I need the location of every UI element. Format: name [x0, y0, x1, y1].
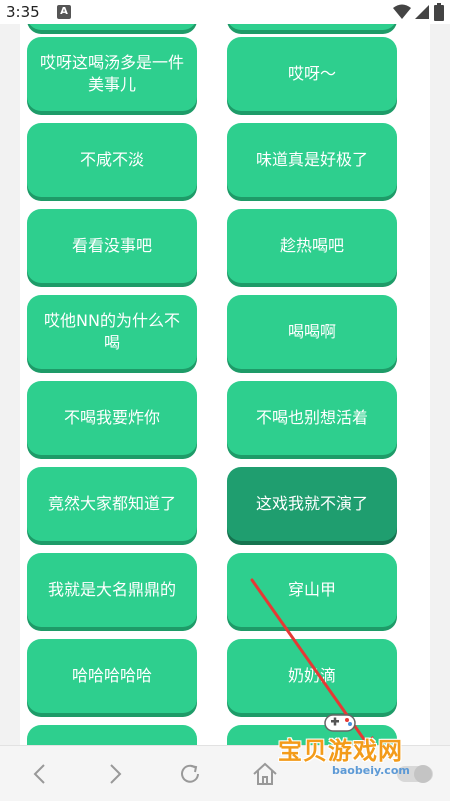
phrase-button[interactable]: 不喝也别想活着 — [227, 381, 397, 455]
web-page[interactable]: 哎呀这喝汤多是一件美事儿 哎呀～ 不咸不淡 味道真是好极了 看看没事吧 趁热喝吧… — [0, 24, 450, 745]
phrase-button[interactable]: 哎呀这喝汤多是一件美事儿 — [27, 37, 197, 111]
phrase-button[interactable] — [27, 24, 197, 30]
phrase-button[interactable]: 不咸不淡 — [27, 123, 197, 197]
notification-icon: A — [57, 5, 71, 19]
battery-icon — [434, 3, 444, 25]
phrase-button-active[interactable]: 这戏我就不演了 — [227, 467, 397, 541]
phrase-button[interactable] — [227, 725, 397, 745]
phrase-button[interactable]: 不喝我要炸你 — [27, 381, 197, 455]
wifi-icon — [393, 4, 411, 24]
signal-icon — [413, 4, 429, 24]
phrase-button[interactable]: 哈哈哈哈哈 — [27, 639, 197, 713]
phrase-button[interactable]: 味道真是好极了 — [227, 123, 397, 197]
phrase-button[interactable]: 哎他NN的为什么不喝 — [27, 295, 197, 369]
phrase-button[interactable]: 趁热喝吧 — [227, 209, 397, 283]
phrase-button[interactable]: 竟然大家都知道了 — [27, 467, 197, 541]
phrase-button[interactable]: 哎呀～ — [227, 37, 397, 111]
status-time: 3:35 — [6, 3, 40, 21]
phrase-button[interactable]: 看看没事吧 — [27, 209, 197, 283]
browser-nav-bar — [0, 745, 450, 801]
back-icon[interactable] — [24, 758, 56, 790]
refresh-icon[interactable] — [174, 758, 206, 790]
phrase-button[interactable] — [227, 24, 397, 30]
phrase-button[interactable]: 我就是大名鼎鼎的 — [27, 553, 197, 627]
home-icon[interactable] — [249, 758, 281, 790]
phrase-button[interactable]: 奶奶滴 — [227, 639, 397, 713]
toggle-icon[interactable] — [395, 762, 435, 786]
phrase-button[interactable]: 喝喝啊 — [227, 295, 397, 369]
phrase-button[interactable]: 穿山甲 — [227, 553, 397, 627]
status-bar: 3:35 A — [0, 0, 450, 24]
forward-icon[interactable] — [99, 758, 131, 790]
phrase-button[interactable] — [27, 725, 197, 745]
